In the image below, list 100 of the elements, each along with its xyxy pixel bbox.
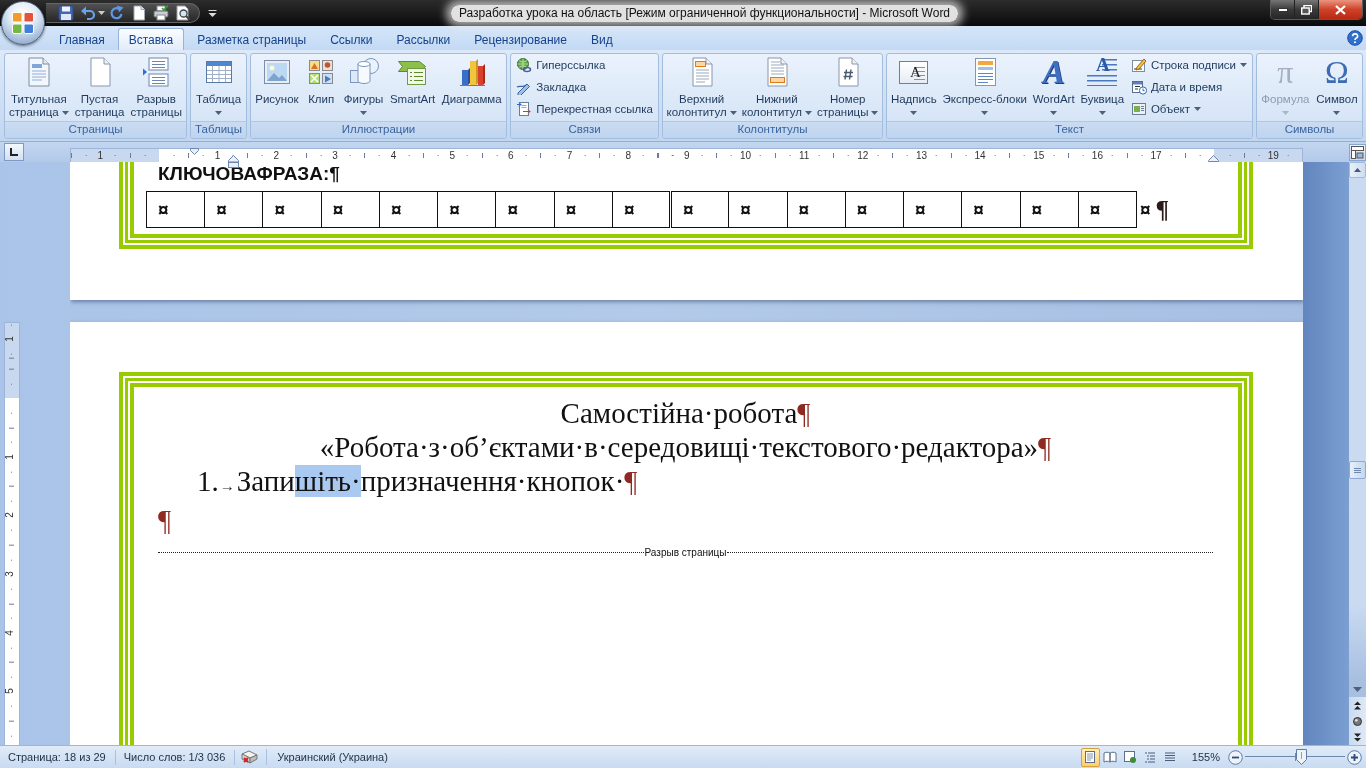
book-error-icon <box>241 749 259 765</box>
ribbon-tab[interactable]: Рецензирование <box>463 28 578 50</box>
page-break-button[interactable]: Разрыв страницы <box>128 54 184 120</box>
paragraph-mark: ¶ <box>1155 195 1170 224</box>
chart-button[interactable]: Диаграмма <box>439 54 504 120</box>
globe-link-icon <box>516 57 533 73</box>
outline-icon <box>1143 750 1158 764</box>
symbol-button[interactable]: Ω Символ <box>1314 54 1360 120</box>
cross-reference-icon <box>516 101 533 117</box>
omega-icon: Ω <box>1321 56 1352 88</box>
page-count[interactable]: Страница: 18 из 29 <box>0 749 116 765</box>
ribbon-tab[interactable]: Вставка <box>117 28 185 50</box>
office-button[interactable] <box>1 1 45 45</box>
ruler-number: 1 <box>4 336 15 343</box>
shapes-button[interactable]: Фигуры <box>341 54 386 120</box>
table-cell: ¤ <box>787 191 846 228</box>
ruler-number: 8 <box>625 149 631 162</box>
scrollbar-thumb[interactable] <box>1349 461 1366 479</box>
signature-line-button[interactable]: Строка подписи <box>1127 54 1251 76</box>
ruler-number: 6 <box>508 149 514 162</box>
wordart-button[interactable]: A WordArt <box>1030 54 1077 120</box>
picture-button[interactable]: Рисунок <box>253 54 301 120</box>
ruler-number: 1 <box>97 149 104 162</box>
paragraph-mark: ¶ <box>797 397 811 429</box>
calendar-clock-icon <box>1130 79 1147 95</box>
ruler-number: 13 <box>915 149 927 162</box>
undo-icon[interactable] <box>80 5 96 21</box>
table-cell: ¤ <box>728 191 788 228</box>
wordart-icon: A <box>1041 56 1066 88</box>
caret-icon <box>910 110 918 115</box>
page-number-button[interactable]: Номер страницы <box>815 54 881 120</box>
table-cell: ¤ <box>379 191 438 228</box>
save-icon[interactable] <box>58 5 74 21</box>
quick-parts-button[interactable]: Экспресс-блоки <box>940 54 1029 120</box>
document-title: Самостійна·робота <box>560 397 798 429</box>
zoom-out-icon[interactable] <box>1228 749 1243 765</box>
hyperlink-button[interactable]: Гиперссылка <box>513 54 609 76</box>
first-line-indent-handle[interactable] <box>190 148 199 155</box>
ribbon-tab[interactable]: Вид <box>579 28 624 50</box>
ruler-icon <box>1351 145 1364 159</box>
close-button[interactable] <box>1319 0 1362 19</box>
text-box-icon: A <box>899 61 929 84</box>
tab-selector-button[interactable] <box>4 143 24 161</box>
word-count[interactable]: Число слов: 1/3 036 <box>115 749 236 765</box>
blank-page-button[interactable]: Пустая страница <box>72 54 127 120</box>
scroll-down-button[interactable] <box>1349 681 1366 697</box>
hanging-indent-handle[interactable] <box>228 154 239 168</box>
smartart-button[interactable]: SmartArt <box>387 54 438 120</box>
ruler-number: 10 <box>739 149 752 162</box>
table-button[interactable]: Таблица <box>193 54 244 120</box>
zoom-slider[interactable] <box>1245 749 1345 765</box>
help-icon[interactable] <box>1347 30 1363 46</box>
ribbon-tab[interactable]: Разметка страницы <box>186 28 318 50</box>
text-box-button[interactable]: A Надпись <box>888 54 939 120</box>
table-cell: ¤ <box>903 191 962 228</box>
cross-reference-button[interactable]: Перекрестная ссылка <box>513 98 656 120</box>
cover-page-button[interactable]: Титульная страница <box>7 54 71 120</box>
caret-icon[interactable] <box>98 11 105 15</box>
ruler-number: 2 <box>4 512 15 519</box>
object-button[interactable]: Объект <box>1127 98 1205 120</box>
paragraph-mark: ¶ <box>158 504 172 536</box>
table-cell: ¤ <box>495 191 555 228</box>
down-arrow-icon <box>1353 686 1362 692</box>
redo-icon[interactable] <box>109 5 125 21</box>
zoom-level[interactable]: 155% <box>1191 751 1220 763</box>
header-button[interactable]: Верхний колонтитул <box>664 54 739 120</box>
caret-icon <box>61 110 69 115</box>
footer-button[interactable]: Нижний колонтитул <box>739 54 814 120</box>
view-ruler-button[interactable] <box>1349 143 1366 161</box>
restore-button[interactable] <box>1295 0 1319 19</box>
zoom-slider-thumb[interactable] <box>1295 749 1307 765</box>
table-cell: ¤ <box>1020 191 1079 228</box>
web-page-icon <box>1123 750 1138 764</box>
printer-icon[interactable] <box>153 5 169 21</box>
print-preview-icon[interactable] <box>175 5 191 21</box>
caret-icon <box>1050 110 1058 115</box>
ribbon-tab[interactable]: Рассылки <box>385 28 462 50</box>
vertical-scrollbar[interactable] <box>1349 162 1366 745</box>
table-cell: ¤ <box>321 191 380 228</box>
ruler-number: 19 <box>1267 149 1279 162</box>
ribbon-tab[interactable]: Главная <box>48 28 116 50</box>
bookmark-button[interactable]: Закладка <box>513 76 590 98</box>
tab-mark: → <box>219 478 235 494</box>
office-logo-icon <box>11 11 35 35</box>
view-button[interactable] <box>1080 747 1100 767</box>
scroll-up-button[interactable] <box>1349 162 1366 178</box>
caret-icon <box>981 110 989 115</box>
drop-cap-icon: A <box>1087 56 1118 86</box>
customize-caret-icon[interactable] <box>208 9 217 17</box>
table-cell: ¤ <box>1078 191 1137 228</box>
drop-cap-button[interactable]: A Буквица <box>1078 54 1127 120</box>
clip-art-button[interactable]: Клип <box>303 54 340 120</box>
date-time-button[interactable]: Дата и время <box>1127 76 1226 98</box>
blank-page-icon[interactable] <box>131 5 147 21</box>
zoom-in-icon[interactable] <box>1347 749 1362 765</box>
table-cell: ¤ <box>146 191 205 228</box>
ruler-number: 5 <box>449 149 456 162</box>
minimize-button[interactable] <box>1271 0 1295 19</box>
ribbon-tab[interactable]: Ссылки <box>319 28 384 50</box>
language[interactable]: Украинский (Украина) <box>267 749 397 765</box>
